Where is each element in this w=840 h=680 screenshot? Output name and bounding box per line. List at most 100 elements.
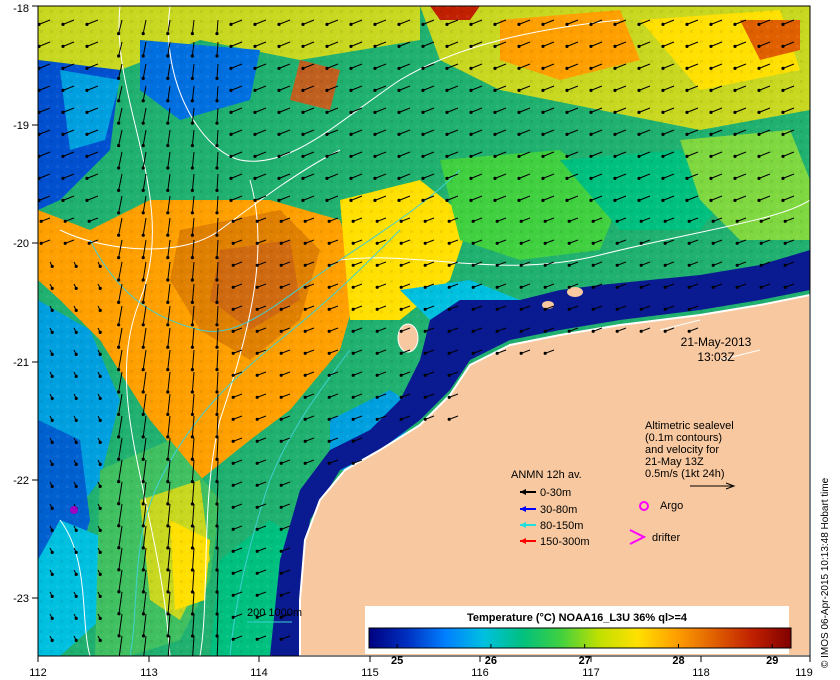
velocity-arrowhead [141,278,145,282]
velocity-arrowhead [495,263,499,267]
velocity-arrowhead [661,132,665,136]
velocity-arrowhead [231,505,235,509]
velocity-arrowhead [373,110,377,114]
velocity-arrowhead [190,76,194,80]
velocity-arrowhead [61,176,65,180]
velocity-arrowhead [141,457,145,461]
velocity-arrowhead [215,300,219,305]
velocity-arrowhead [117,278,121,282]
velocity-arrowhead [567,241,571,245]
velocity-arrowhead [215,99,219,103]
velocity-arrowhead [303,373,307,377]
velocity-arrowhead [781,198,785,202]
velocity-arrowhead [231,263,235,267]
velocity-arrowhead [351,439,355,443]
velocity-arrowhead [399,307,403,311]
velocity-arrowhead [255,439,259,443]
velocity-arrowhead [141,256,145,260]
velocity-arrowhead [231,571,235,575]
velocity-arrowhead [231,593,235,597]
velocity-arrowhead [759,285,763,289]
velocity-arrowhead [421,22,425,26]
velocity-arrowhead [469,22,473,26]
velocity-arrowhead [98,484,102,488]
velocity-arrowhead [397,110,401,114]
velocity-arrowhead [709,176,713,180]
velocity-arrowhead [279,219,283,223]
velocity-arrowhead [589,110,593,114]
colorbar-tick-label: 29 [766,655,778,667]
velocity-arrowhead [757,22,761,26]
velocity-arrowhead [565,44,569,49]
velocity-arrowhead [166,546,170,550]
velocity-arrowhead [98,572,102,577]
velocity-arrowhead [303,241,307,245]
velocity-arrowhead [613,22,617,26]
velocity-arrowhead [229,154,233,158]
velocity-arrowhead [61,66,65,70]
velocity-arrowhead [637,132,641,136]
velocity-arrowhead [615,285,619,289]
velocity-arrowhead [50,594,54,599]
velocity-arrowhead [117,121,121,125]
velocity-arrowhead [190,323,194,327]
velocity-arrowhead [231,329,235,333]
velocity-arrowhead [397,66,401,70]
lon-label: 113 [140,667,158,679]
velocity-arrowhead [591,307,595,311]
velocity-arrowhead [166,188,170,192]
velocity-arrowhead [279,351,283,355]
velocity-arrowhead [351,219,355,223]
velocity-arrowhead [166,31,170,36]
velocity-arrowhead [349,132,353,136]
lat-label: -23 [13,593,29,605]
velocity-arrowhead [781,66,785,70]
velocity-arrowhead [375,241,379,245]
velocity-arrowhead [50,396,54,400]
velocity-arrowhead [471,219,475,223]
velocity-arrowhead [277,132,281,136]
velocity-arrowhead [397,22,401,26]
velocity-arrowhead [733,176,737,180]
velocity-arrowhead [399,417,403,421]
velocity-arrowhead [74,374,78,378]
velocity-arrowhead [229,198,233,202]
velocity-arrowhead [541,44,545,49]
velocity-arrowhead [517,44,521,49]
velocity-arrowhead [615,263,619,267]
velocity-arrowhead [98,286,102,290]
velocity-arrowhead [141,412,145,417]
velocity-arrowhead [613,154,617,158]
velocity-arrowhead [399,285,403,289]
velocity-arrowhead [685,22,689,26]
velocity-arrowhead [589,132,593,136]
velocity-arrowhead [781,154,785,158]
velocity-arrowhead [327,285,331,289]
velocity-arrowhead [85,176,89,180]
anmn-legend-item: 80-150m [540,520,583,532]
velocity-arrowhead [733,154,737,158]
velocity-arrowhead [447,241,451,245]
velocity-arrowhead [519,351,523,355]
velocity-arrowhead [613,44,617,49]
velocity-arrowhead [757,132,761,136]
velocity-arrowhead [61,132,65,136]
velocity-arrowhead [493,44,497,49]
velocity-arrowhead [255,505,259,509]
velocity-arrowhead [141,524,145,528]
velocity-arrowhead [565,22,569,26]
velocity-arrowhead [325,44,329,49]
velocity-arrowhead [471,329,475,333]
velocity-arrowhead [349,88,353,92]
isobath-legend-label: 200 1000m [247,607,302,619]
velocity-arrowhead [711,263,715,267]
velocity-arrowhead [166,143,170,148]
velocity-arrowhead [661,88,665,92]
velocity-arrowhead [423,329,427,333]
velocity-arrowhead [445,110,449,114]
velocity-arrowhead [445,22,449,26]
velocity-arrowhead [565,88,569,92]
velocity-arrowhead [637,88,641,92]
velocity-arrowhead [517,132,521,136]
velocity-arrowhead [349,110,353,114]
